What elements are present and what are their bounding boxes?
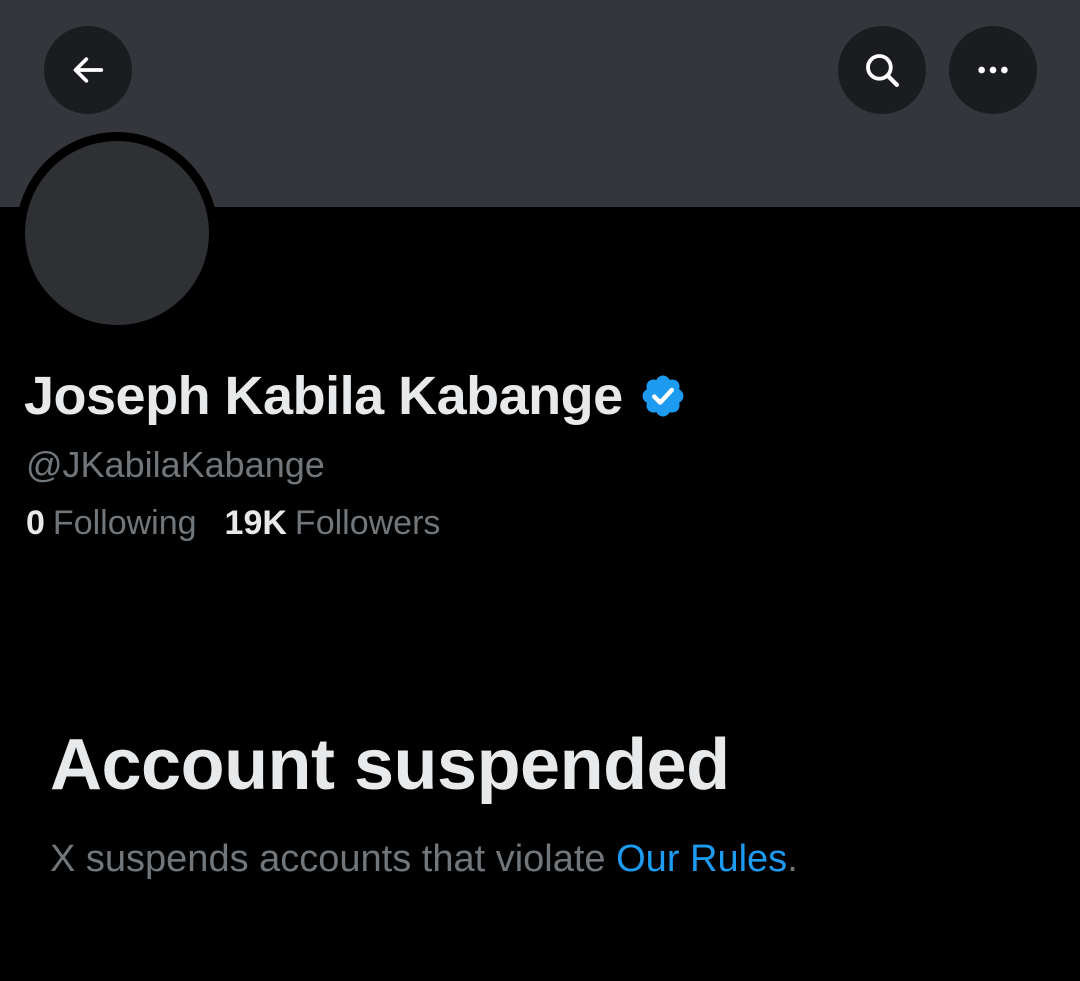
arrow-left-icon [73, 57, 104, 83]
avatar-frame [16, 132, 218, 334]
profile-handle: @JKabilaKabange [26, 444, 325, 485]
display-name-row: Joseph Kabila Kabange [24, 360, 687, 432]
suspended-description-text: X suspends accounts that violate [50, 838, 617, 880]
search-icon [866, 54, 899, 87]
suspended-description-period: . [787, 838, 798, 880]
followers-count: 19K [224, 504, 287, 542]
more-horizontal-icon [978, 66, 1008, 74]
followers-label: Followers [294, 504, 441, 542]
following-count: 0 [26, 504, 45, 542]
following-stat[interactable]: 0 Following [26, 504, 197, 543]
display-name: Joseph Kabila Kabange [24, 366, 623, 426]
search-button[interactable] [838, 26, 926, 114]
verified-badge-icon[interactable] [639, 372, 687, 420]
followers-stat[interactable]: 19K Followers [225, 504, 441, 543]
suspended-description: X suspends accounts that violate Our Rul… [50, 838, 798, 881]
avatar[interactable] [25, 141, 209, 325]
suspended-title: Account suspended [50, 725, 730, 805]
our-rules-link[interactable]: Our Rules [616, 838, 787, 880]
follow-stats: 0 Following 19K Followers [26, 504, 440, 543]
following-label: Following [52, 504, 197, 542]
back-button[interactable] [44, 26, 132, 114]
more-options-button[interactable] [949, 26, 1037, 114]
